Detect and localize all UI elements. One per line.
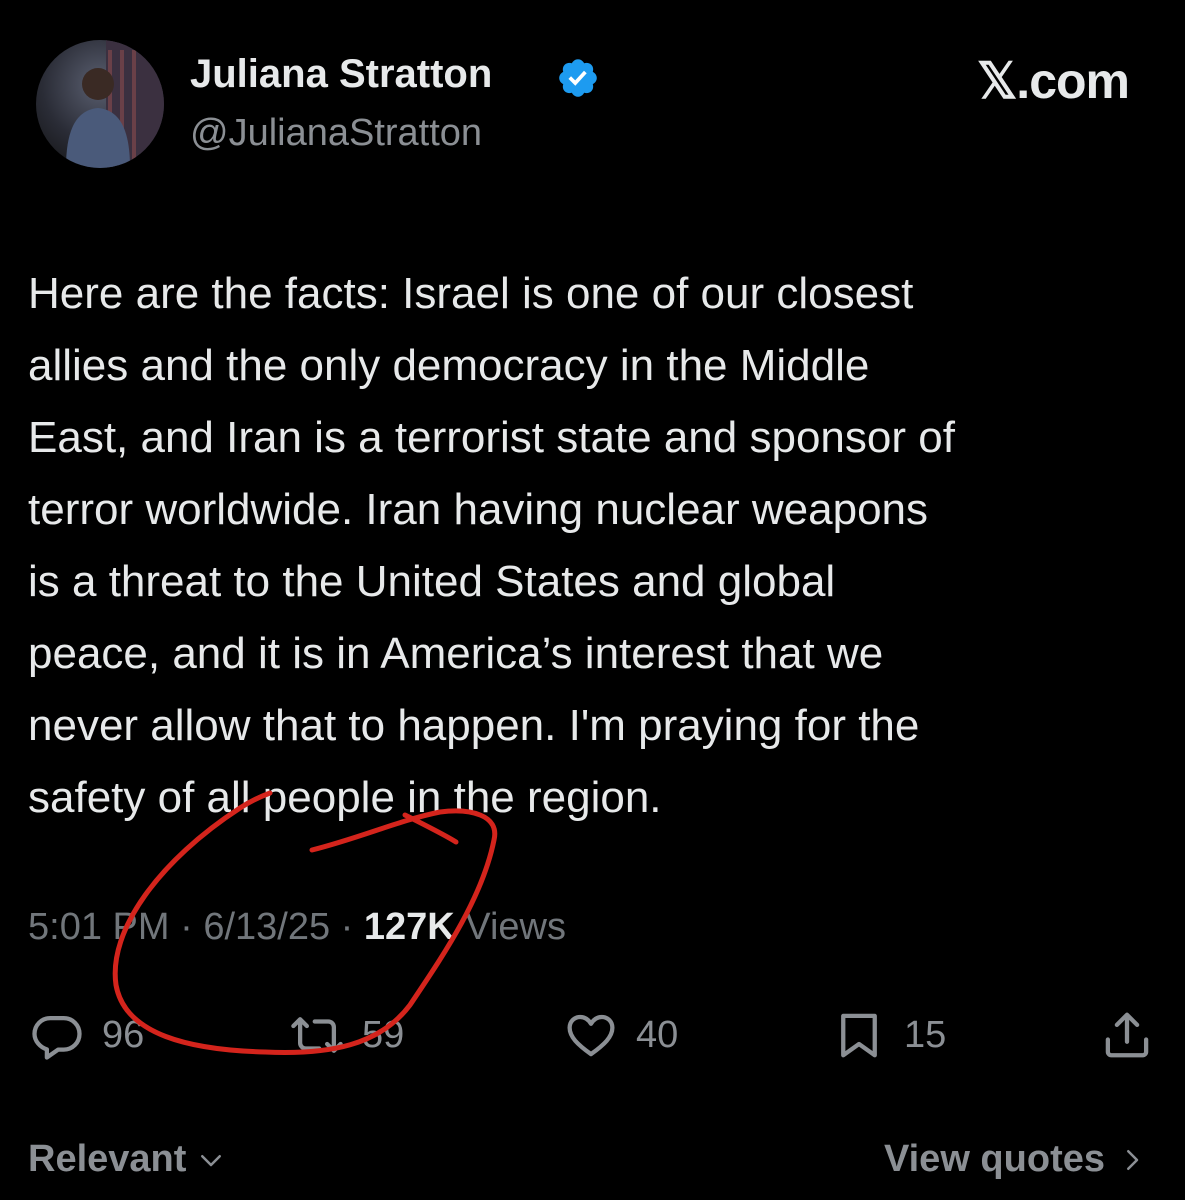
- like-count: 40: [636, 1013, 679, 1056]
- meta-separator: ·: [180, 906, 193, 948]
- bookmark-count: 15: [904, 1013, 947, 1056]
- views-count[interactable]: 127K: [364, 906, 455, 948]
- tweet-meta: 5:01 PM · 6/13/25 · 127K Views: [28, 906, 566, 949]
- reply-button[interactable]: 96: [30, 1000, 144, 1070]
- chevron-down-icon: [201, 1154, 222, 1166]
- avatar-photo: [66, 40, 164, 168]
- bookmark-icon: [841, 1013, 877, 1058]
- author-handle[interactable]: @JulianaStratton: [190, 112, 482, 155]
- like-button[interactable]: 40: [564, 1000, 678, 1070]
- heart-icon: [567, 1014, 615, 1057]
- share-icon: [1105, 1012, 1149, 1058]
- share-button[interactable]: [1100, 1000, 1154, 1070]
- view-quotes-label: View quotes: [883, 1138, 1105, 1180]
- view-quotes-link[interactable]: View quotes: [884, 1138, 1147, 1181]
- sort-label: Relevant: [28, 1138, 187, 1180]
- author-display-name[interactable]: Juliana Stratton: [190, 52, 492, 97]
- bookmark-button[interactable]: 15: [832, 1000, 946, 1070]
- reply-count: 96: [102, 1013, 145, 1056]
- x-brand-watermark: 𝕏.com: [977, 53, 1130, 109]
- tweet-date[interactable]: 6/13/25: [203, 906, 330, 948]
- tweet-time[interactable]: 5:01 PM: [28, 906, 170, 948]
- verified-badge-icon: [559, 59, 597, 97]
- chevron-right-icon: [1127, 1149, 1139, 1170]
- reply-icon: [32, 1015, 82, 1060]
- views-label: Views: [465, 906, 566, 948]
- meta-separator: ·: [340, 906, 354, 948]
- action-bar: 96 59 40 15: [0, 1000, 1185, 1070]
- repost-button[interactable]: 59: [290, 1000, 404, 1070]
- avatar[interactable]: [36, 40, 164, 168]
- sort-replies-dropdown[interactable]: Relevant: [28, 1138, 226, 1181]
- repost-count: 59: [362, 1013, 405, 1056]
- tweet-text: Here are the facts: Israel is one of our…: [28, 269, 955, 822]
- repost-icon: [291, 1017, 343, 1053]
